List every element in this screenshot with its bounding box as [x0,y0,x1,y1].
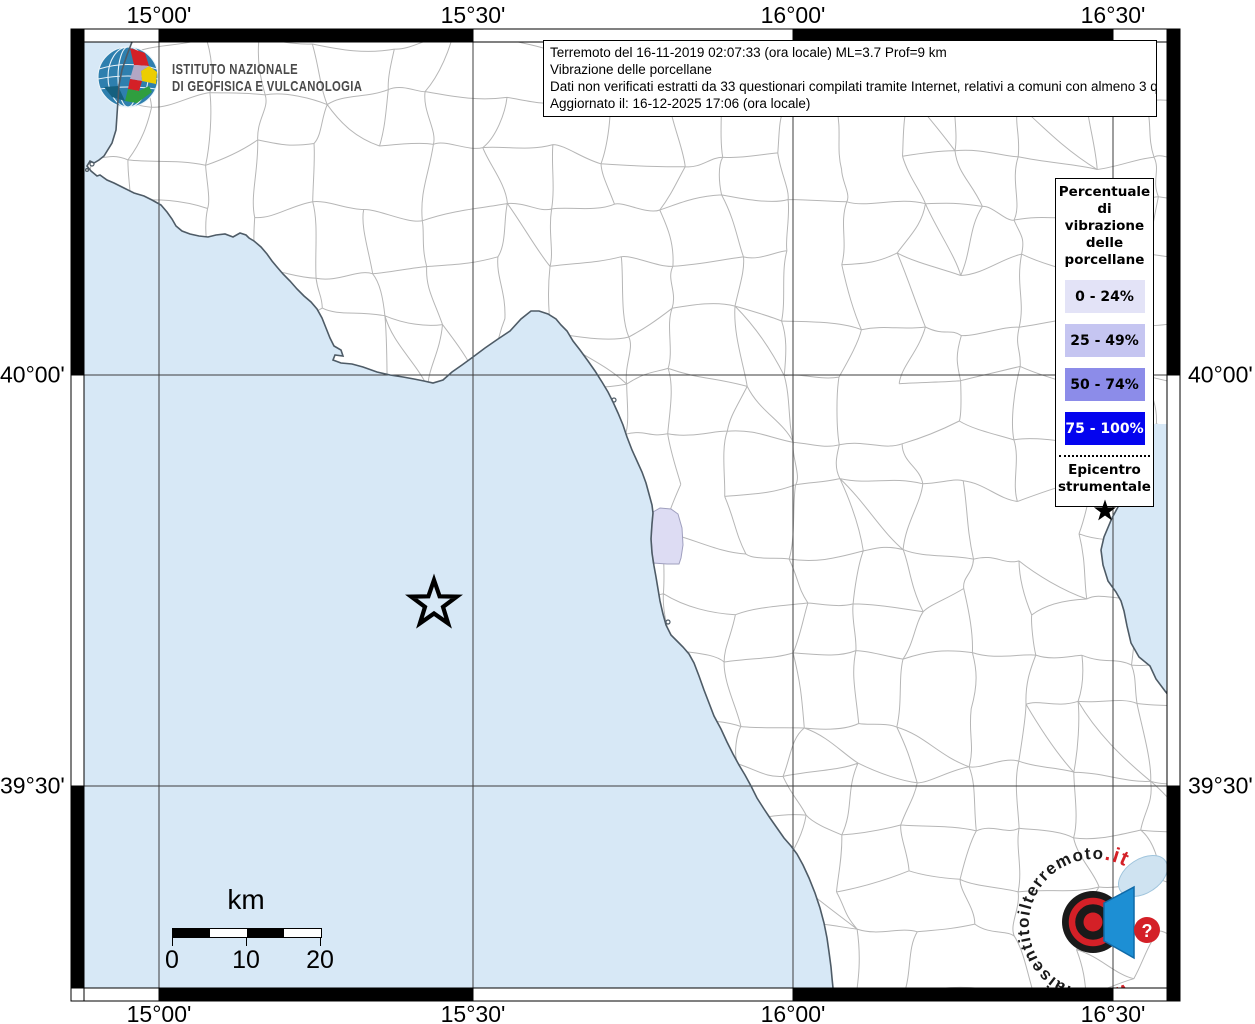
axis-label-top-15-30: 15°30' [440,2,506,28]
legend-star-icon [1091,498,1119,524]
legend-swatch-0-24: 0 - 24% [1064,280,1145,313]
scale-bar-unit: km [227,884,265,915]
event-data-note: Dati non verificati estratti da 33 quest… [550,79,1157,94]
scale-label-20: 20 [306,946,334,974]
legend-title-line: delle [1085,235,1124,251]
legend-title-line: porcellane [1064,252,1145,268]
scale-bar-segments [172,928,322,938]
event-info-box: Terremoto del 16-11-2019 02:07:33 (ora l… [543,40,1157,117]
axis-label-top-16-30: 16°30' [1080,2,1146,28]
axis-label-right-40-00: 40°00' [1188,361,1253,388]
axis-label-left-39-30: 39°30' [0,772,65,799]
logo-center-dot [1083,912,1103,932]
scale-segment [284,929,321,937]
legend-epicenter-label: Epicentro [1068,462,1141,478]
legend-title: Percentuale di vibrazione delle porcella… [1056,184,1153,269]
scale-segment [173,929,210,937]
scale-tick [246,937,247,946]
ingv-title-line2: DI GEOFISICA E VULCANOLOGIA [172,78,362,95]
question-mark-icon: ? [1142,921,1153,941]
scale-label-0: 0 [165,946,179,974]
axis-label-bottom-16-30: 16°30' [1080,1001,1146,1024]
scale-tick [172,937,173,946]
legend-swatch-50-74: 50 - 74% [1064,368,1145,401]
legend-divider [1059,455,1150,457]
axis-label-right-39-30: 39°30' [1188,772,1253,799]
felt-report-map-page: ISTITUTO NAZIONALE DI GEOFISICA E VULCAN… [0,0,1255,1024]
axis-label-bottom-15-00: 15°00' [126,1001,192,1024]
legend-title-line: Percentuale [1058,184,1151,200]
legend: Percentuale di vibrazione delle porcella… [1055,178,1154,507]
axis-label-left-40-00: 40°00' [0,361,65,388]
scale-tick [320,937,321,946]
legend-swatch-75-100: 75 - 100% [1064,412,1145,445]
legend-epicenter-label: strumentale [1058,479,1151,495]
axis-label-bottom-16-00: 16°00' [760,1001,826,1024]
scale-bar: km 0 10 20 [160,884,340,984]
scale-segment [210,929,247,937]
ingv-title-line1: ISTITUTO NAZIONALE [172,61,298,78]
scale-segment [247,929,284,937]
affected-municipality [650,507,684,565]
scale-label-10: 10 [232,946,260,974]
ingv-globe-icon [97,46,159,108]
event-summary-line: Terremoto del 16-11-2019 02:07:33 (ora l… [550,45,947,60]
event-effect-line: Vibrazione delle porcellane [550,62,712,77]
axis-label-top-15-00: 15°00' [126,2,192,28]
event-updated-line: Aggiornato il: 16-12-2025 17:06 (ora loc… [550,96,811,111]
legend-title-line: di vibrazione [1064,201,1145,234]
axis-label-top-16-00: 16°00' [760,2,826,28]
legend-swatch-25-49: 25 - 49% [1064,324,1145,357]
axis-label-bottom-15-30: 15°30' [440,1001,506,1024]
